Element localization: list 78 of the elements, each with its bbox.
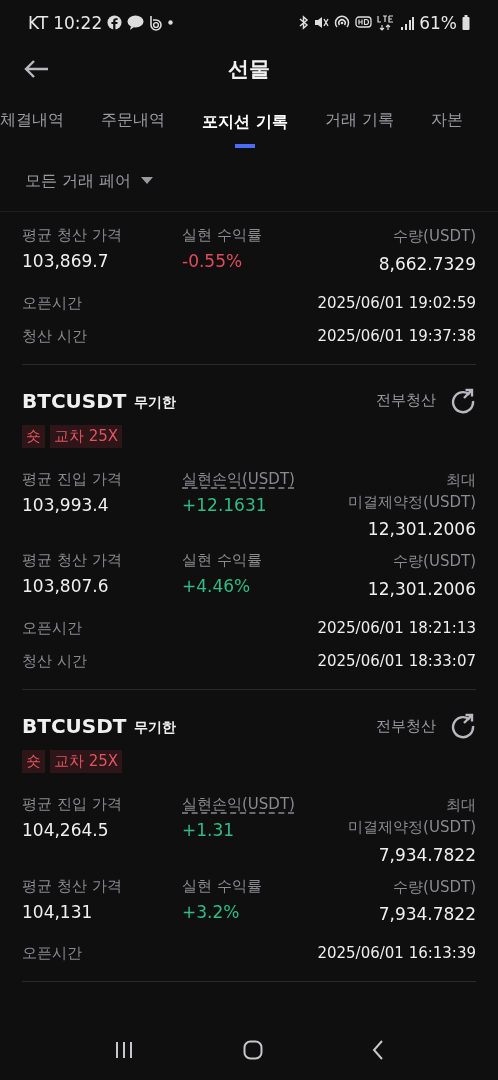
field-label: 실현손익(USDT) (182, 795, 295, 814)
field-label: 수량(USDT) (393, 551, 476, 573)
field-value: 7,934.7822 (378, 844, 476, 865)
clock: 10:22 (53, 12, 103, 33)
symbol-name: BTCUSDT (22, 388, 127, 413)
mute-icon (314, 15, 330, 30)
time-label: 오픈시간 (22, 619, 82, 638)
tab[interactable]: 거래 기록 (324, 93, 394, 151)
tag: 숏 (22, 424, 45, 448)
lte-icon (377, 14, 396, 31)
time-label: 오픈시간 (22, 293, 82, 313)
field-value: 103,807.6 (22, 576, 110, 597)
time-value: 2025/06/01 19:02:59 (317, 293, 476, 313)
field-value: 12,301.2006 (367, 519, 476, 540)
field-label: 평균 진입 가격 (22, 795, 123, 814)
carrier: KT (28, 12, 49, 33)
time-value: 2025/06/01 19:37:38 (317, 326, 476, 346)
battery-percent: 61% (419, 12, 457, 33)
contract-type: 무기한 (134, 719, 177, 737)
tab[interactable]: 체결내역 (0, 93, 64, 151)
field-value: 7,934.7822 (378, 904, 476, 925)
hd-icon (355, 15, 373, 30)
facebook-icon (107, 15, 123, 30)
battery-icon (462, 15, 470, 30)
field-value: 12,301.2006 (367, 579, 476, 599)
tab[interactable]: 주문내역 (101, 93, 165, 151)
close-all-button[interactable]: 전부청산 (376, 391, 436, 411)
tab[interactable]: 자본 (430, 93, 463, 151)
time-label: 청산 시간 (22, 326, 87, 346)
field-value: +12.1631 (182, 494, 268, 515)
bluetooth-icon (299, 15, 310, 30)
field-value: +1.31 (182, 820, 236, 840)
b-logo-icon (149, 14, 164, 31)
dot-icon (168, 20, 174, 25)
time-value: 2025/06/01 16:13:39 (317, 944, 476, 964)
home-icon[interactable] (243, 1040, 263, 1060)
share-icon[interactable] (450, 387, 476, 414)
caret-icon (141, 177, 154, 185)
time-value: 2025/06/01 18:21:13 (317, 619, 476, 638)
field-value: 103,993.4 (22, 494, 110, 515)
field-label: 실현 수익률 (182, 551, 263, 571)
tag: 교차 25X (50, 424, 123, 448)
field-label: 수량(USDT) (393, 226, 476, 247)
pair-filter-dropdown[interactable]: 모든 거래 페어 (25, 170, 154, 192)
field-label: 수량(USDT) (393, 876, 476, 898)
tab[interactable]: 포지션 기록 (202, 93, 288, 151)
field-label: 평균 청산 가격 (22, 226, 123, 245)
tag: 교차 25X (50, 750, 123, 773)
contract-type: 무기한 (134, 393, 177, 412)
tag: 숏 (22, 750, 45, 773)
back-icon[interactable] (371, 1040, 384, 1060)
field-label: 실현 수익률 (182, 876, 263, 896)
symbol-name: BTCUSDT (22, 714, 127, 738)
field-value: 8,662.7329 (378, 253, 476, 274)
signal-icon (400, 15, 415, 30)
field-value: 104,264.5 (22, 820, 110, 840)
field-label: 최대 미결제약정(USDT) (348, 795, 476, 838)
field-label: 평균 진입 가격 (22, 469, 123, 489)
close-all-button[interactable]: 전부청산 (376, 716, 436, 736)
field-label: 평균 청산 가격 (22, 551, 123, 571)
time-label: 청산 시간 (22, 652, 87, 671)
hotspot-icon (334, 15, 351, 30)
field-value: +4.46% (182, 576, 252, 597)
field-label: 평균 청산 가격 (22, 876, 123, 896)
field-label: 최대 미결제약정(USDT) (348, 469, 476, 513)
time-label: 오픈시간 (22, 944, 82, 964)
time-value: 2025/06/01 18:33:07 (317, 652, 476, 671)
chat-bubble-icon (127, 15, 145, 30)
field-value: -0.55% (182, 251, 244, 271)
page-title: 선물 (228, 56, 270, 83)
field-value: +3.2% (182, 901, 241, 922)
field-value: 104,131 (22, 901, 94, 922)
field-label: 실현 수익률 (182, 226, 263, 245)
field-label: 실현손익(USDT) (182, 469, 295, 489)
back-arrow-icon[interactable] (23, 59, 49, 79)
field-value: 103,869.7 (22, 251, 110, 271)
recent-apps-icon[interactable] (114, 1041, 135, 1059)
share-icon[interactable] (450, 713, 476, 739)
